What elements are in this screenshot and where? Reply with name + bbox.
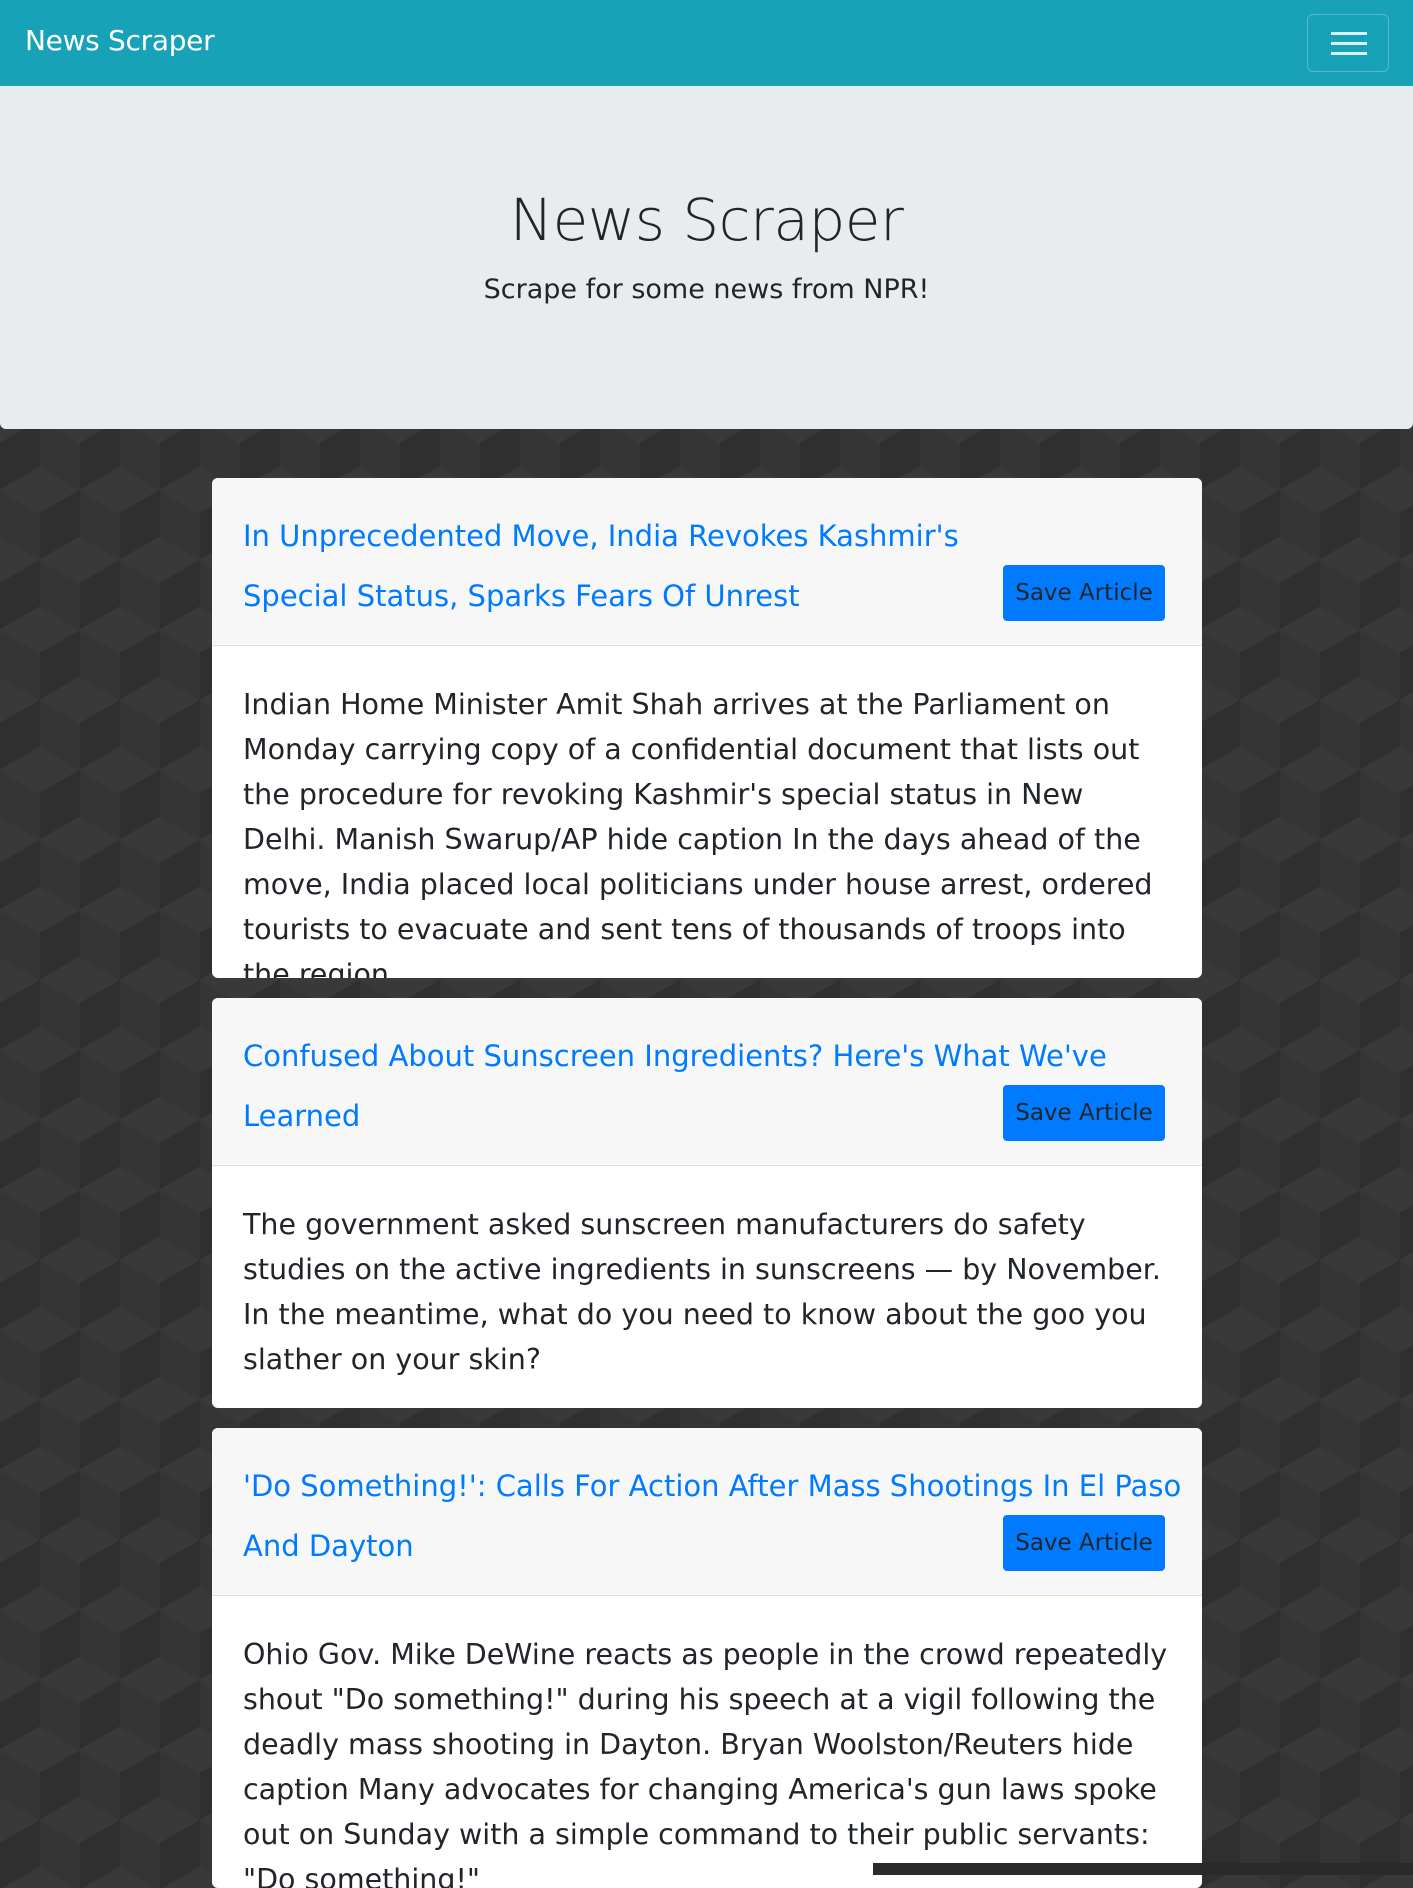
page-title: News Scraper	[509, 186, 904, 254]
article-card: Confused About Sunscreen Ingredients? He…	[212, 998, 1202, 1408]
hamburger-menu-icon	[1331, 32, 1367, 35]
save-article-button[interactable]: Save Article	[1003, 1515, 1165, 1571]
article-card-header: In Unprecedented Move, India Revokes Kas…	[212, 478, 1202, 646]
hamburger-menu-icon-bar	[1331, 42, 1367, 45]
article-title-link[interactable]: In Unprecedented Move, India Revokes Kas…	[243, 506, 1003, 626]
bottom-overlay-bar	[873, 1863, 1413, 1875]
navbar: News Scraper	[0, 0, 1413, 86]
article-card: In Unprecedented Move, India Revokes Kas…	[212, 478, 1202, 978]
hamburger-menu-icon-bar	[1331, 52, 1367, 55]
navbar-brand[interactable]: News Scraper	[25, 24, 215, 57]
article-card-header: 'Do Something!': Calls For Action After …	[212, 1428, 1202, 1596]
article-summary: The government asked sunscreen manufactu…	[243, 1208, 1161, 1376]
page-subtitle: Scrape for some news from NPR!	[483, 274, 930, 305]
article-card: 'Do Something!': Calls For Action After …	[212, 1428, 1202, 1888]
save-article-button[interactable]: Save Article	[1003, 565, 1165, 621]
article-summary: Ohio Gov. Mike DeWine reacts as people i…	[243, 1638, 1168, 1888]
jumbotron: News Scraper Scrape for some news from N…	[0, 86, 1413, 429]
navbar-toggle-button[interactable]	[1307, 14, 1389, 72]
save-article-button[interactable]: Save Article	[1003, 1085, 1165, 1141]
article-summary: Indian Home Minister Amit Shah arrives a…	[243, 688, 1153, 978]
article-card-header: Confused About Sunscreen Ingredients? He…	[212, 998, 1202, 1166]
